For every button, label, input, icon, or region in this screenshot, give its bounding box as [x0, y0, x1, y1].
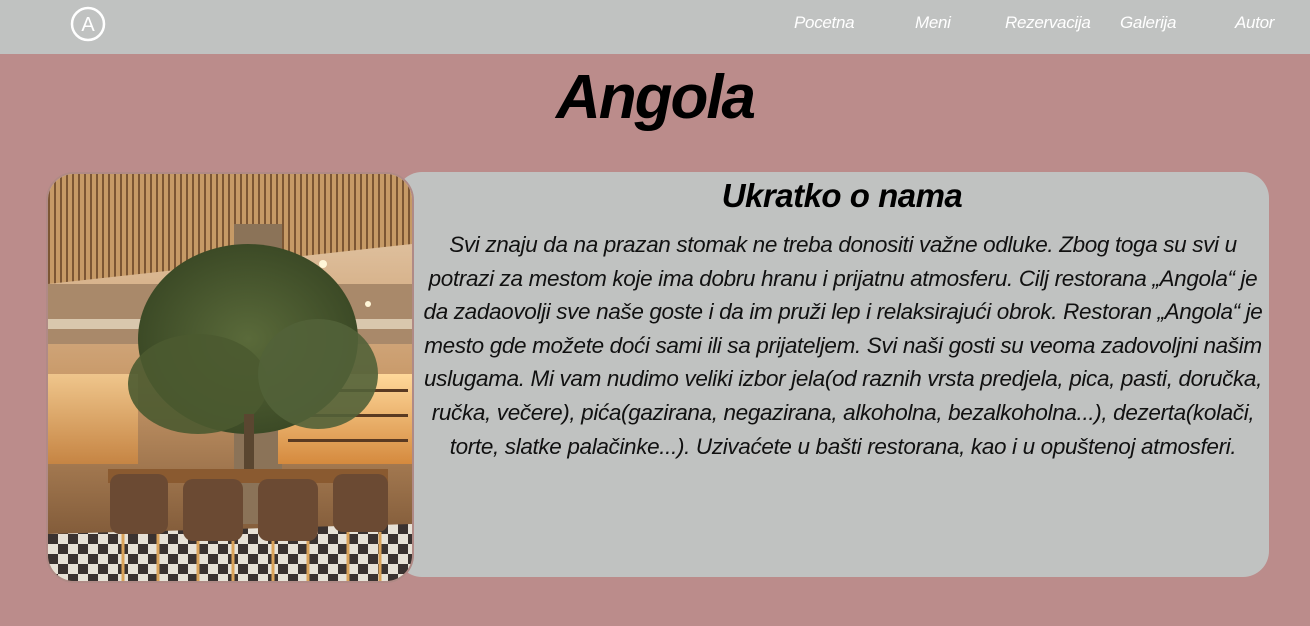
nav-link-meni[interactable]: Meni [915, 13, 951, 33]
nav-link-rezervacija[interactable]: Rezervacija [1005, 13, 1091, 33]
nav-link-autor[interactable]: Autor [1235, 13, 1274, 33]
nav-link-galerija[interactable]: Galerija [1120, 13, 1176, 33]
nav-link-pocetna[interactable]: Pocetna [794, 13, 855, 33]
navbar: A Pocetna Meni Rezervacija Galerija Auto… [0, 0, 1310, 54]
page-title: Angola [555, 63, 756, 132]
logo-letter: A [81, 14, 95, 36]
about-heading: Ukratko o nama [721, 177, 963, 214]
restaurant-photo [48, 174, 412, 581]
about-text: Svi znaju da na prazan stomak ne treba d… [423, 232, 1263, 459]
circle-a-logo-icon[interactable]: A [70, 6, 106, 42]
